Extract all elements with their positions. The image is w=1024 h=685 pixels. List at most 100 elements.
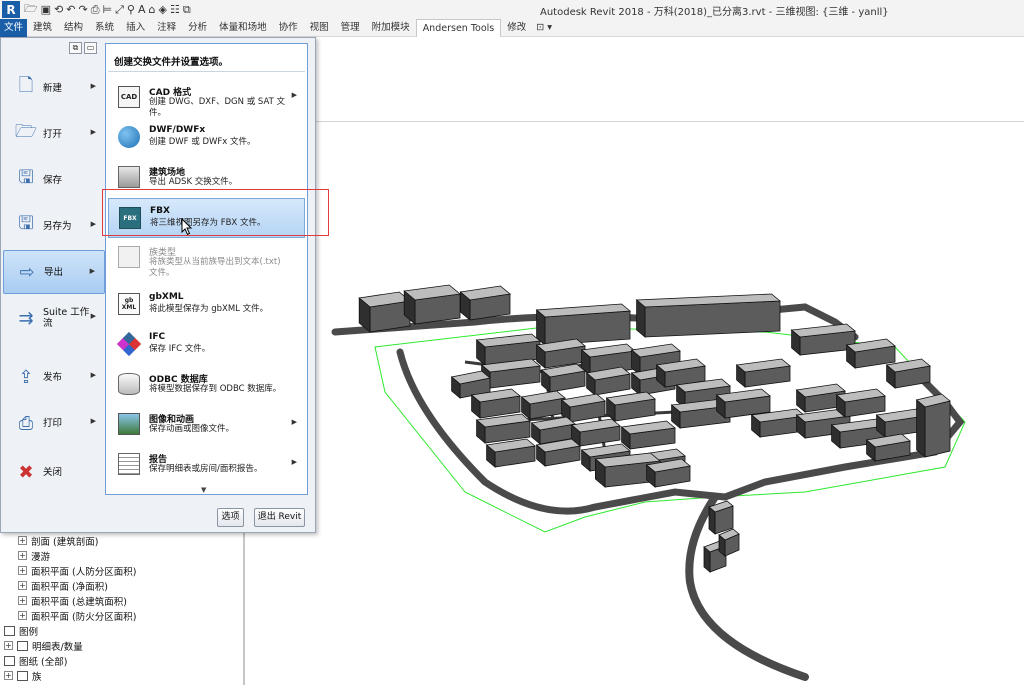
submenu-arrow-icon: ▶	[90, 128, 96, 136]
revit-logo-icon[interactable]: R	[2, 1, 20, 18]
browser-node[interactable]: 图纸 (全部)	[4, 653, 67, 668]
expand-toggle-icon[interactable]: +	[18, 596, 27, 605]
options-button[interactable]: 选项	[217, 508, 244, 527]
export-item-globe[interactable]: DWF/DWFx 创建 DWF 或 DWFx 文件。	[108, 118, 305, 158]
exit-revit-button[interactable]: 退出 Revit	[254, 508, 305, 527]
app-menu-item-export[interactable]: ⇨ 导出 ▶	[3, 250, 105, 294]
redo-icon[interactable]: ↷	[78, 2, 87, 17]
export-item-ifc[interactable]: IFC 保存 IFC 文件。	[108, 325, 305, 365]
save-icon[interactable]: ▣	[41, 2, 51, 17]
app-menu-item-save[interactable]: 🖫 保存	[3, 158, 105, 202]
view-3d-icon[interactable]: ⌂	[149, 2, 156, 17]
sync-icon[interactable]: ⟲	[54, 2, 63, 17]
fbx-icon: FBX	[119, 207, 141, 229]
open-documents-icon[interactable]: ▭	[84, 42, 97, 54]
browser-node-label: 图纸 (全部)	[19, 656, 68, 668]
ribbon-tab-8[interactable]: 协作	[273, 19, 304, 37]
ribbon-tab-3[interactable]: 系统	[89, 19, 120, 37]
ribbon-tab-10[interactable]: 管理	[335, 19, 366, 37]
browser-node[interactable]: + 剖面 (建筑剖面)	[18, 533, 98, 548]
dimension-icon[interactable]: ⤢	[115, 2, 124, 17]
export-item-title: FBX	[150, 206, 170, 216]
export-item-building-site[interactable]: 建筑场地 导出 ADSK 交换文件。	[108, 158, 305, 198]
scroll-down-arrow-icon[interactable]: ▼	[201, 486, 206, 494]
export-item-database[interactable]: ODBC 数据库 将模型数据保存到 ODBC 数据库。	[108, 365, 305, 405]
export-item-description: 将三维视图另存为 FBX 文件。	[150, 218, 266, 228]
browser-node[interactable]: + 面积平面 (净面积)	[18, 578, 108, 593]
gbxml-icon: gb XML	[118, 293, 140, 315]
app-menu-item-close-doc[interactable]: ✖ 关闭	[3, 450, 105, 494]
app-menu-item-label: 另存为	[43, 220, 72, 232]
site-model-view[interactable]	[245, 122, 1024, 685]
app-menu-item-publish[interactable]: ⇪ 发布 ▶	[3, 355, 105, 399]
expand-toggle-icon[interactable]: +	[18, 611, 27, 620]
export-item-report[interactable]: 报告 保存明细表或房间/面积报告。 ▶	[108, 445, 305, 485]
submenu-arrow-icon: ▶	[90, 82, 96, 90]
ribbon-tab-9[interactable]: 视图	[304, 19, 335, 37]
ribbon-tab-5[interactable]: 注释	[151, 19, 182, 37]
browser-node[interactable]: + 漫游	[18, 548, 50, 563]
ribbon-tab-2[interactable]: 结构	[58, 19, 89, 37]
ribbon-tab-13[interactable]: 修改	[501, 19, 532, 37]
undo-icon[interactable]: ↶	[66, 2, 75, 17]
folder-open-icon[interactable]: 🗁	[24, 2, 38, 17]
section-icon[interactable]: ◈	[159, 2, 167, 17]
ribbon-tab-0[interactable]: 文件	[0, 18, 28, 37]
export-item-image-animation[interactable]: 图像和动画 保存动画或图像文件。 ▶	[108, 405, 305, 445]
browser-node-label: 剖面 (建筑剖面)	[31, 536, 99, 548]
south-road	[685, 493, 809, 681]
expand-toggle-icon[interactable]: +	[4, 641, 13, 650]
globe-icon	[118, 126, 140, 148]
browser-node-label: 漫游	[31, 551, 51, 563]
app-menu-item-open-folder[interactable]: 🗁 打开 ▶	[3, 112, 105, 156]
ribbon-tab-6[interactable]: 分析	[182, 19, 213, 37]
browser-node[interactable]: 图例	[4, 623, 38, 638]
submenu-arrow-icon: ▶	[291, 418, 297, 426]
ribbon-tab-1[interactable]: 建筑	[27, 19, 58, 37]
measure-icon[interactable]: ⊨	[103, 2, 113, 17]
browser-node-label: 面积平面 (总建筑面积)	[31, 596, 127, 608]
switch-windows-icon[interactable]: ⧉	[183, 2, 191, 17]
ribbon-tab-14[interactable]: ⊡ ▾	[532, 19, 556, 37]
browser-node[interactable]: + 面积平面 (防火分区面积)	[18, 608, 136, 623]
ribbon-tab-12[interactable]: Andersen Tools	[415, 18, 502, 37]
3d-viewport[interactable]	[244, 122, 1024, 685]
cad-icon: CAD	[118, 86, 140, 108]
export-item-fbx[interactable]: FBX FBX 将三维视图另存为 FBX 文件。	[108, 198, 305, 238]
app-menu-item-printer[interactable]: ⎙ 打印 ▶	[3, 401, 105, 445]
window-title: Autodesk Revit 2018 - 万科(2018)_已分离3.rvt …	[540, 7, 889, 18]
expand-toggle-icon[interactable]: +	[18, 566, 27, 575]
report-icon	[118, 453, 140, 475]
export-item-description: 保存 IFC 文件。	[149, 344, 211, 354]
tag-icon[interactable]: ⚲	[127, 2, 135, 17]
print-icon[interactable]: ⎙	[91, 2, 100, 17]
recent-documents-icon[interactable]: ⧉	[69, 42, 82, 54]
export-item-family-types[interactable]: 族类型 将族类型从当前族导出到文本(.txt)文件。	[108, 238, 305, 284]
browser-node[interactable]: + 族	[4, 668, 42, 683]
mouse-cursor-icon	[181, 218, 193, 236]
family-types-icon	[118, 246, 140, 268]
ribbon-tab-11[interactable]: 附加模块	[366, 19, 416, 37]
open-folder-icon: 🗁	[14, 121, 38, 142]
app-menu-item-new-doc[interactable]: 🗋 新建 ▶	[3, 66, 105, 110]
app-menu-item-suite-workflow[interactable]: ⇉ Suite 工作流 ▶	[3, 296, 105, 340]
browser-node[interactable]: + 面积平面 (总建筑面积)	[18, 593, 127, 608]
export-item-description: 将此模型保存为 gbXML 文件。	[149, 304, 269, 314]
ifc-icon	[116, 331, 142, 357]
text-icon[interactable]: A	[138, 2, 146, 17]
expand-toggle-icon[interactable]: +	[18, 581, 27, 590]
ribbon-tab-4[interactable]: 插入	[120, 19, 151, 37]
export-item-gbxml[interactable]: gb XML gbXML 将此模型保存为 gbXML 文件。	[108, 285, 305, 325]
export-item-cad[interactable]: CAD CAD 格式 创建 DWG、DXF、DGN 或 SAT 文件。 ▶	[108, 78, 305, 118]
close-views-icon[interactable]: ☷	[170, 2, 180, 17]
app-menu-item-save-as[interactable]: 🖫 另存为 ▶	[3, 204, 105, 248]
browser-node[interactable]: + 明细表/数量	[4, 638, 83, 653]
expand-toggle-icon[interactable]: +	[18, 551, 27, 560]
submenu-arrow-icon: ▶	[291, 458, 297, 466]
ribbon-tab-7[interactable]: 体量和场地	[213, 19, 273, 37]
submenu-title: 创建交换文件并设置选项。	[114, 57, 229, 68]
export-item-title: gbXML	[149, 292, 184, 302]
expand-toggle-icon[interactable]: +	[18, 536, 27, 545]
expand-toggle-icon[interactable]: +	[4, 671, 13, 680]
browser-node[interactable]: + 面积平面 (人防分区面积)	[18, 563, 136, 578]
